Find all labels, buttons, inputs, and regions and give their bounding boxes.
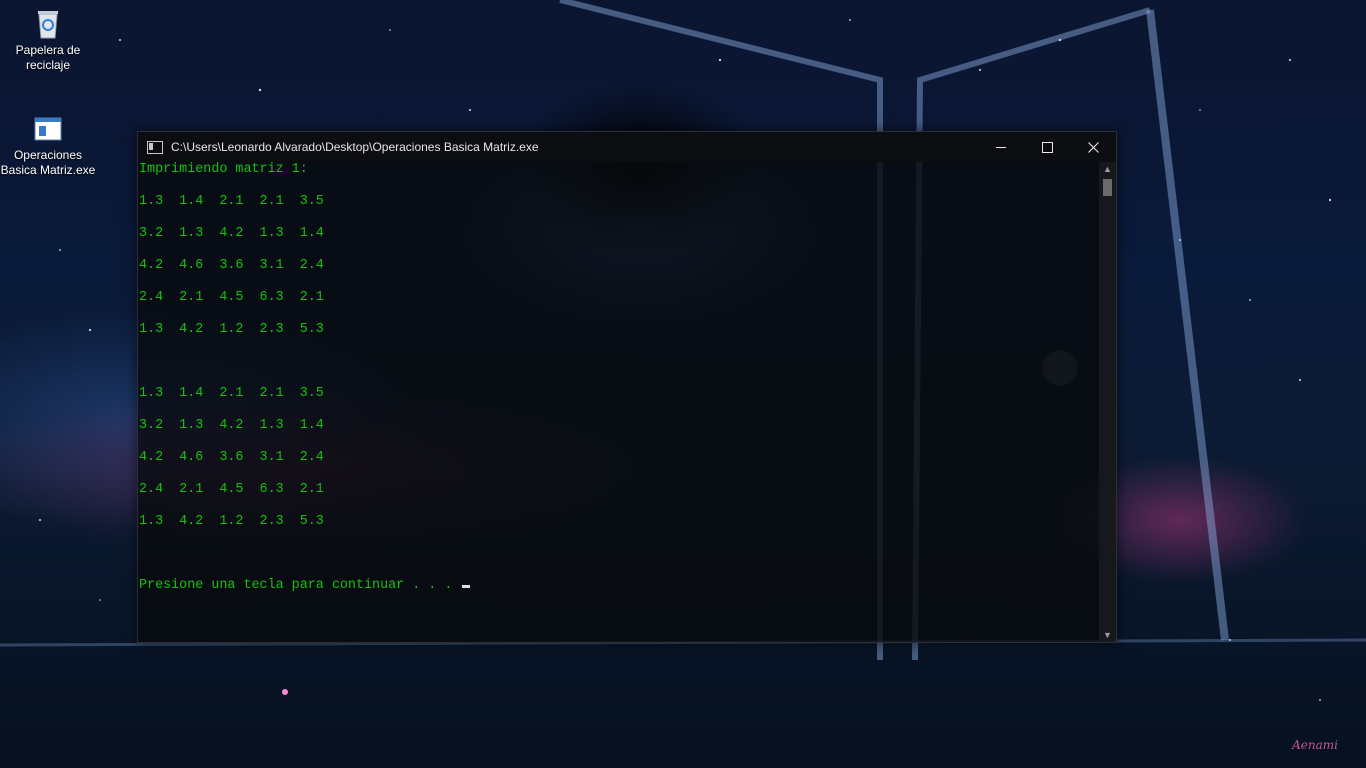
scroll-up-arrow-icon[interactable]: ▲	[1099, 162, 1116, 176]
minimize-button[interactable]	[978, 132, 1024, 162]
title-bar[interactable]: C:\Users\Leonardo Alvarado\Desktop\Opera…	[138, 132, 1116, 162]
console-prompt: Presione una tecla para continuar . . .	[139, 578, 461, 593]
desktop-icon-label: Papelera de reciclaje	[15, 43, 81, 72]
console-line: 4.2 4.6 3.6 3.1 2.4	[139, 450, 324, 465]
vertical-scrollbar[interactable]: ▲ ▼	[1099, 162, 1116, 642]
console-line: 4.2 4.6 3.6 3.1 2.4	[139, 258, 324, 273]
console-line: Imprimiendo matriz 1:	[139, 162, 308, 177]
console-line: 1.3 4.2 1.2 2.3 5.3	[139, 322, 324, 337]
desktop-icon-label: Operaciones Basica Matriz.exe	[0, 148, 96, 177]
maximize-button[interactable]	[1024, 132, 1070, 162]
desktop-icon-recycle-bin[interactable]: Papelera de reciclaje	[0, 8, 96, 73]
console-line: 2.4 2.1 4.5 6.3 2.1	[139, 290, 324, 305]
exe-window-icon	[32, 113, 64, 145]
minimize-icon	[996, 146, 1006, 148]
console-line: 2.4 2.1 4.5 6.3 2.1	[139, 482, 324, 497]
close-button[interactable]	[1070, 132, 1116, 162]
console-line: 1.3 4.2 1.2 2.3 5.3	[139, 514, 324, 529]
console-app-icon	[147, 140, 163, 154]
maximize-icon	[1041, 141, 1053, 153]
close-icon	[1087, 141, 1099, 153]
console-line: 1.3 1.4 2.1 2.1 3.5	[139, 386, 324, 401]
console-window[interactable]: C:\Users\Leonardo Alvarado\Desktop\Opera…	[137, 131, 1117, 643]
console-line: 1.3 1.4 2.1 2.1 3.5	[139, 194, 324, 209]
scroll-down-arrow-icon[interactable]: ▼	[1099, 628, 1116, 642]
text-cursor	[462, 585, 471, 588]
console-output[interactable]: Imprimiendo matriz 1: 1.3 1.4 2.1 2.1 3.…	[138, 162, 1099, 642]
console-prompt-line: Presione una tecla para continuar . . .	[139, 578, 1099, 594]
scroll-thumb[interactable]	[1103, 179, 1112, 196]
console-line: 3.2 1.3 4.2 1.3 1.4	[139, 226, 324, 241]
recycle-bin-icon	[32, 8, 64, 40]
desktop-icon-operaciones-exe[interactable]: Operaciones Basica Matriz.exe	[0, 113, 96, 178]
window-title: C:\Users\Leonardo Alvarado\Desktop\Opera…	[171, 140, 539, 154]
wallpaper-signature: Aenami	[1292, 738, 1338, 752]
console-line: 3.2 1.3 4.2 1.3 1.4	[139, 418, 324, 433]
